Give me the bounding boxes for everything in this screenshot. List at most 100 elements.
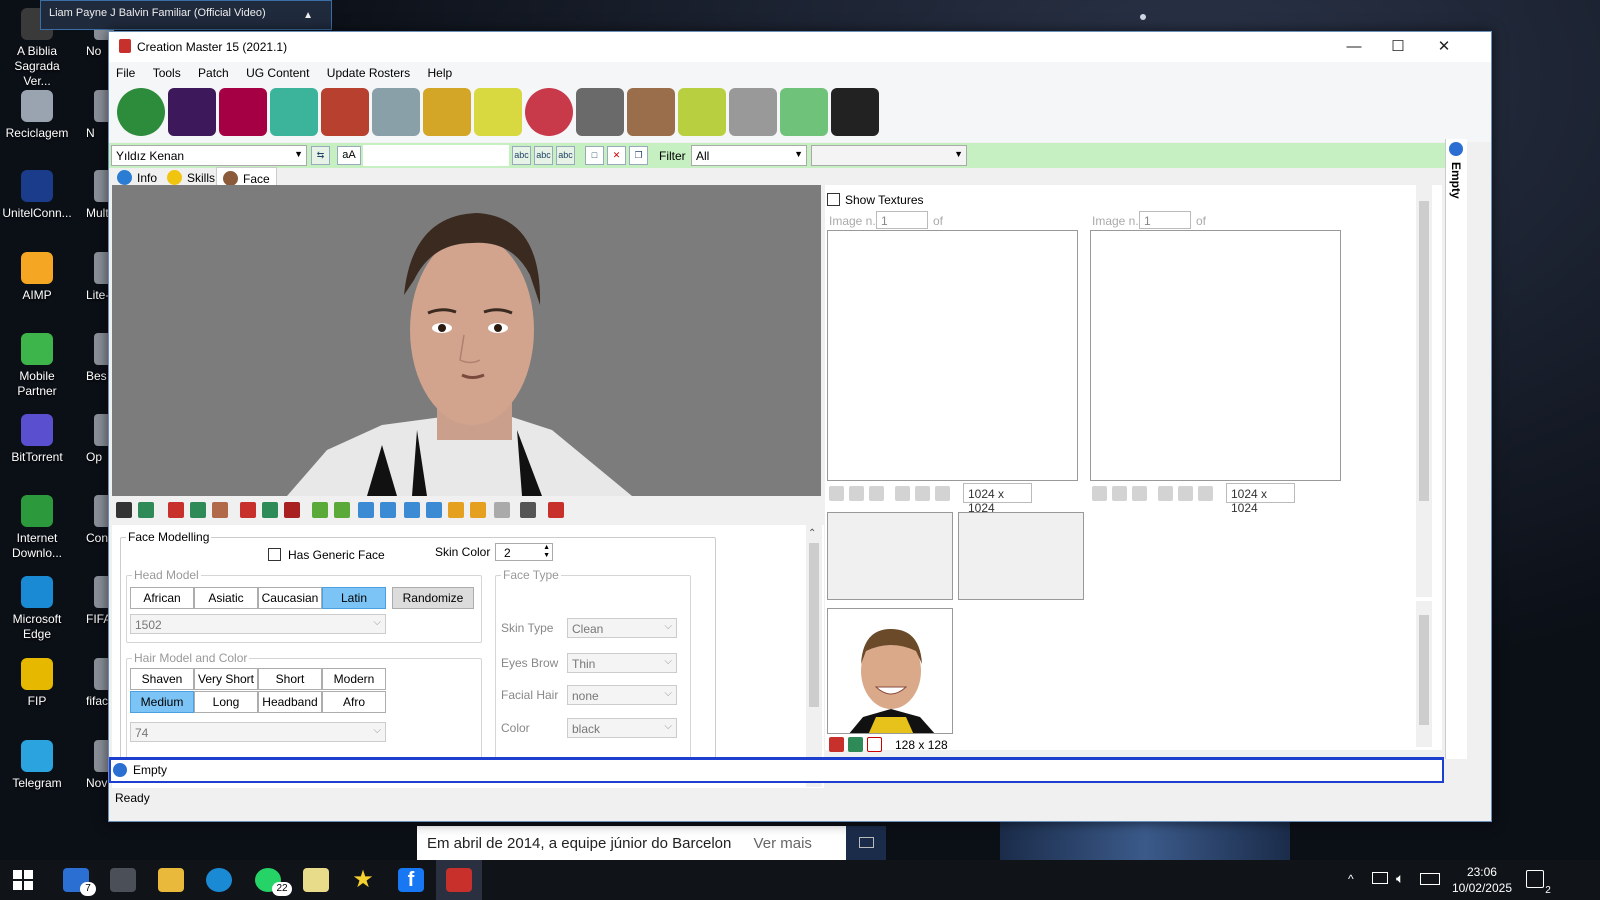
start-button[interactable] bbox=[10, 868, 36, 892]
new-document-icon[interactable]: □ bbox=[585, 146, 604, 165]
texture-right-save-icon[interactable] bbox=[1092, 486, 1107, 501]
arrow-down-right-icon[interactable] bbox=[334, 502, 350, 518]
image-n-stepper-left[interactable]: 1 bbox=[876, 211, 928, 229]
hair-afro-button[interactable]: Afro bbox=[322, 691, 386, 713]
side-pane-pin-icon[interactable] bbox=[1449, 142, 1463, 156]
scrollbar-thumb[interactable] bbox=[1419, 615, 1429, 725]
hair-long-button[interactable]: Long bbox=[194, 691, 258, 713]
bottom-pane[interactable]: Empty bbox=[109, 757, 1444, 783]
panel-scrollbar[interactable]: ⌃ ⌄ bbox=[806, 525, 822, 787]
clock[interactable]: 23:06 10/02/2025 bbox=[1452, 864, 1512, 896]
menu-ug-content[interactable]: UG Content bbox=[239, 62, 316, 80]
expand-icon[interactable] bbox=[470, 502, 486, 518]
head-red-icon[interactable] bbox=[168, 502, 184, 518]
manager-icon[interactable] bbox=[627, 88, 675, 136]
referee-icon[interactable] bbox=[474, 88, 522, 136]
scroll-up-icon[interactable]: ⌃ bbox=[808, 528, 816, 539]
menu-tools[interactable]: Tools bbox=[146, 62, 188, 80]
head-latin-button[interactable]: Latin bbox=[322, 587, 386, 609]
head-id-select[interactable]: 1502 ⌵ bbox=[130, 614, 386, 634]
desktop-icon[interactable]: UnitelConn... bbox=[0, 170, 74, 221]
scrollbar-thumb[interactable] bbox=[809, 543, 819, 707]
search-input[interactable] bbox=[363, 145, 509, 166]
hair-medium-button[interactable]: Medium bbox=[130, 691, 194, 713]
premier-league-lion-icon[interactable] bbox=[168, 88, 216, 136]
tactics-board-icon[interactable] bbox=[678, 88, 726, 136]
texture-right-zoom-out-icon[interactable] bbox=[1178, 486, 1193, 501]
head-green-icon[interactable] bbox=[190, 502, 206, 518]
maximize-button[interactable]: ☐ bbox=[1375, 32, 1421, 62]
hair-id-select[interactable]: 74 ⌵ bbox=[130, 722, 386, 742]
head-african-button[interactable]: African bbox=[130, 587, 194, 609]
network-icon[interactable] bbox=[1372, 872, 1388, 884]
spellcheck-icon-3[interactable]: abc bbox=[556, 146, 575, 165]
eye-icon[interactable] bbox=[116, 502, 132, 518]
texture-right-export-icon[interactable] bbox=[1132, 486, 1147, 501]
filter-select[interactable]: All ▼ bbox=[691, 145, 807, 166]
texture-left-export-icon[interactable] bbox=[869, 486, 884, 501]
desktop-icon[interactable]: Mobile Partner bbox=[0, 333, 74, 399]
case-toggle-button[interactable]: aA bbox=[337, 146, 361, 165]
hair-shaven-button[interactable]: Shaven bbox=[130, 668, 194, 690]
desktop-icon[interactable]: AIMP bbox=[0, 252, 74, 303]
fcb-crest-icon[interactable] bbox=[219, 88, 267, 136]
arrow-down-left-icon[interactable] bbox=[312, 502, 328, 518]
arrow-left-icon[interactable] bbox=[404, 502, 420, 518]
store-icon[interactable] bbox=[110, 868, 136, 892]
arrow-up-icon[interactable] bbox=[358, 502, 374, 518]
refresh-icon[interactable] bbox=[138, 502, 154, 518]
delete-icon[interactable]: ✕ bbox=[607, 146, 626, 165]
shirt-green-icon[interactable] bbox=[262, 502, 278, 518]
camera-icon[interactable] bbox=[520, 502, 536, 518]
hair-headband-button[interactable]: Headband bbox=[258, 691, 322, 713]
scrollbar-thumb[interactable] bbox=[1419, 201, 1429, 501]
skin-color-stepper[interactable]: 2 ▲ ▼ bbox=[495, 543, 553, 561]
shirt-red-icon[interactable] bbox=[240, 502, 256, 518]
color-select[interactable]: black ⌵ bbox=[567, 718, 677, 738]
face-3d-viewport[interactable] bbox=[112, 185, 821, 496]
hair-modern-button[interactable]: Modern bbox=[322, 668, 386, 690]
filter-select-2[interactable]: ▼ bbox=[811, 145, 967, 166]
player-portrait-icon[interactable] bbox=[321, 88, 369, 136]
creation-master-taskbar-icon[interactable] bbox=[446, 868, 472, 892]
texture-left-import-icon[interactable] bbox=[849, 486, 864, 501]
file-explorer-icon[interactable] bbox=[158, 868, 184, 892]
spin-arrows-icon[interactable]: ▲ ▼ bbox=[543, 544, 550, 560]
spellcheck-icon-2[interactable]: abc bbox=[534, 146, 553, 165]
keyboard-icon[interactable] bbox=[1420, 873, 1440, 885]
texture-left-save-icon[interactable] bbox=[829, 486, 844, 501]
trophy-icon[interactable] bbox=[423, 88, 471, 136]
title-bar[interactable]: Creation Master 15 (2021.1) — ☐ ✕ bbox=[109, 32, 1491, 62]
shirt-dark-icon[interactable] bbox=[284, 502, 300, 518]
desktop-icon[interactable]: Telegram bbox=[0, 740, 74, 791]
desktop-icon[interactable]: Reciclagem bbox=[0, 90, 74, 141]
menu-file[interactable]: File bbox=[109, 62, 142, 80]
see-more-link[interactable]: Ver mais bbox=[754, 835, 812, 852]
bottom-pane-pin-icon[interactable] bbox=[113, 763, 127, 777]
generic-face-checkbox[interactable] bbox=[268, 548, 281, 561]
texture-right-import-icon[interactable] bbox=[1112, 486, 1127, 501]
head-asiatic-button[interactable]: Asiatic bbox=[194, 587, 258, 609]
skin-type-select[interactable]: Clean ⌵ bbox=[567, 618, 677, 638]
photo-import-icon[interactable] bbox=[829, 737, 844, 752]
texture-left-zoom-reset-icon[interactable] bbox=[935, 486, 950, 501]
show-textures-checkbox[interactable] bbox=[827, 193, 840, 206]
window-restore-icon[interactable] bbox=[846, 826, 886, 860]
tray-chevron-up-icon[interactable]: ^ bbox=[1348, 872, 1354, 886]
facial-hair-select[interactable]: none ⌵ bbox=[567, 685, 677, 705]
edge-icon[interactable] bbox=[206, 868, 232, 892]
render-settings-icon[interactable] bbox=[548, 502, 564, 518]
copy-icon[interactable]: ❐ bbox=[629, 146, 648, 165]
arrow-right-icon[interactable] bbox=[426, 502, 442, 518]
photo-export-icon[interactable] bbox=[848, 737, 863, 752]
menu-help[interactable]: Help bbox=[421, 62, 460, 80]
head-caucasian-button[interactable]: Caucasian bbox=[258, 587, 322, 609]
texture-left-zoom-in-icon[interactable] bbox=[895, 486, 910, 501]
gloves-icon[interactable] bbox=[780, 88, 828, 136]
facebook-icon[interactable]: f bbox=[398, 868, 424, 892]
textures-scrollbar-bottom[interactable] bbox=[1416, 601, 1432, 747]
image-n-stepper-right[interactable]: 1 bbox=[1139, 211, 1191, 229]
hair-short-button[interactable]: Short bbox=[258, 668, 322, 690]
notes-icon[interactable] bbox=[303, 868, 329, 892]
media-player-popup[interactable]: Liam Payne J Balvin Familiar (Official V… bbox=[40, 0, 332, 30]
